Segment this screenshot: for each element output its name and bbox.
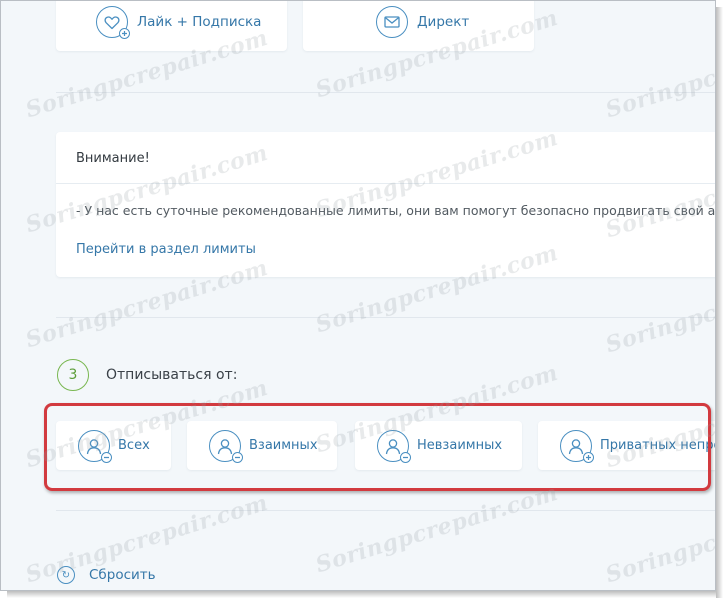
step-label: Отписываться от: [106,367,238,383]
notice-title: Внимание! [76,151,150,166]
screenshot-shadow-right [716,7,723,598]
section-divider [56,317,715,318]
reset-button[interactable]: ↻ Сбросить [57,566,156,584]
direct-button[interactable]: Директ [303,1,534,51]
refresh-icon: ↻ [57,566,75,584]
limits-link[interactable]: Перейти в раздел лимиты [76,242,256,257]
watermark-text: Soringpcrepair.com [312,479,562,579]
watermark-text: Soringpcrepair.com [602,24,716,124]
section-divider [56,92,715,93]
notice-divider [56,183,715,184]
like-follow-label: Лайк + Подписка [137,14,262,30]
heart-plus-icon [96,6,130,39]
watermark-text: Soringpcrepair.com [602,489,716,589]
section-divider [56,510,715,511]
notice-card: Внимание! - У нас есть суточные рекоменд… [56,132,716,277]
direct-label: Директ [417,14,470,30]
plus-badge-icon [119,28,130,39]
reset-label: Сбросить [89,567,156,583]
notice-text: - У нас есть суточные рекомендованные ли… [76,203,716,218]
step-number-badge: 3 [57,359,89,391]
highlight-frame [44,403,711,491]
settings-panel: Лайк + Подписка Директ Внимание! - У нас… [0,0,716,591]
screenshot-shadow-bottom [7,591,723,598]
like-follow-button[interactable]: Лайк + Подписка [56,1,287,51]
envelope-icon [376,6,408,38]
